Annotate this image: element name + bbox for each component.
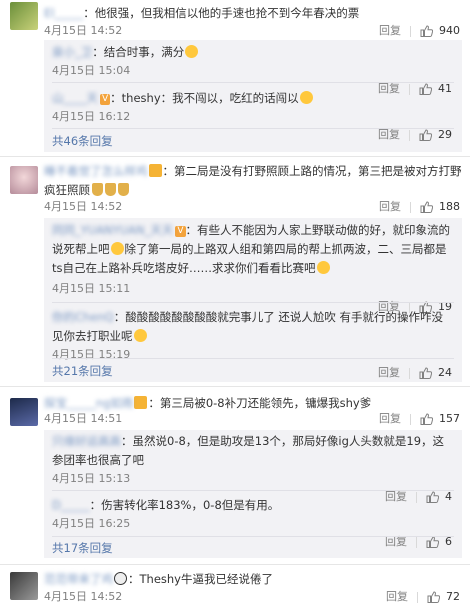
comment-body: ：第三局被0-8补刀还能领先，镛爆我shy爹 <box>148 396 372 410</box>
like-count: 188 <box>439 200 460 213</box>
divider <box>52 536 454 537</box>
thumbs-up-icon[interactable] <box>419 367 432 379</box>
divider <box>0 386 470 387</box>
username[interactable]: D_____ <box>52 498 90 512</box>
username[interactable]: 睡不着觉了怎么样鸡 <box>44 164 148 178</box>
comment-item: 睡不着觉了怎么样鸡 ：第二局是没有打野照顾上路的情况，第三把是被对方打野疯狂照顾 … <box>0 160 470 382</box>
comment-item: 探宝_____ng如雨 ：第三局被0-8补刀还能领先，镛爆我shy爹 4月15日 … <box>0 392 470 562</box>
comment-meta: 4月15日 14:51 回复 157 <box>44 410 470 428</box>
like-count: 24 <box>438 366 452 379</box>
thumbs-up-icon[interactable] <box>420 413 433 425</box>
avatar[interactable] <box>10 572 38 600</box>
thumbs-up-icon[interactable] <box>419 129 432 141</box>
emoji-icon <box>110 242 124 255</box>
divider <box>52 302 454 303</box>
username[interactable]: 范范带来了鸡 <box>44 572 113 586</box>
like-count: 72 <box>446 590 460 603</box>
medal-icon <box>105 183 116 196</box>
vip-badge: V <box>175 226 186 237</box>
divider <box>410 25 411 37</box>
vip-badge: V <box>100 94 111 105</box>
reply-item: 你的ChenQ：酸酸酸酸酸酸酸酸就完事儿了 还说人尬吹 有手就行的操作咋没见你去… <box>44 306 462 379</box>
comment-body: ：他很强，但我相信以他的手速也抢不到今年春决的票 <box>83 6 360 20</box>
emoji-icon <box>133 329 147 342</box>
like-count: 940 <box>439 24 460 37</box>
view-more-replies-link[interactable]: 共17条回复 <box>52 539 113 557</box>
timestamp: 4月15日 16:25 <box>52 517 131 530</box>
divider <box>52 490 454 491</box>
reply-box: 泉小_卫：结合时事，满分 4月15日 15:04 回复 41 山____天 V ：t… <box>44 40 462 152</box>
reply-button[interactable]: 回复 <box>379 22 401 40</box>
username[interactable]: 探宝_____ng如雨 <box>44 396 133 410</box>
comment-item: 范范带来了鸡 ：Theshy牛逼我已经说倦了 4月15日 14:52 回复 72 <box>0 568 470 606</box>
timestamp: 4月15日 15:11 <box>52 282 131 295</box>
username[interactable]: El_____ <box>44 6 83 20</box>
divider <box>52 358 454 359</box>
medal-icon <box>118 183 129 196</box>
timestamp: 4月15日 15:19 <box>52 348 131 361</box>
comment-text: 睡不着觉了怎么样鸡 ：第二局是没有打野照顾上路的情况，第三把是被对方打野疯狂照顾 <box>44 162 462 200</box>
reply-button[interactable]: 回复 <box>379 198 401 216</box>
reply-body: ：结合时事，满分 <box>92 45 185 59</box>
crown-icon <box>134 396 148 409</box>
divider <box>0 156 470 157</box>
smiley-icon <box>185 45 199 58</box>
username[interactable]: 山____天 <box>52 91 98 105</box>
view-more-replies-link[interactable]: 共21条回复 <box>52 362 113 380</box>
comment-body: ：Theshy牛逼我已经说倦了 <box>128 572 273 586</box>
reply-item: 同同_YUANYUAN_天天 V ：有些人不能因为人家上野联动做的好，就印象流的说死… <box>44 218 462 313</box>
comment-meta: 4月15日 14:52 回复 188 <box>44 198 470 216</box>
username[interactable]: 同同_YUANYUAN_天天 <box>52 223 173 237</box>
thumbs-up-icon[interactable] <box>427 591 440 603</box>
reply-item: 泉小_卫：结合时事，满分 4月15日 15:04 回复 41 <box>44 40 462 95</box>
timestamp: 4月15日 14:52 <box>44 24 123 37</box>
timestamp: 4月15日 14:52 <box>44 590 123 603</box>
reply-item: 山____天 V ：theshy：我不闯以，吃红的话闯以 4月15日 16:12 回… <box>44 86 462 141</box>
avatar[interactable] <box>10 2 38 30</box>
comment-feed: El_____：他很强，但我相信以他的手速也抢不到今年春决的票 4月15日 14… <box>0 0 470 606</box>
comment-item: El_____：他很强，但我相信以他的手速也抢不到今年春决的票 4月15日 14… <box>0 0 470 152</box>
comment-meta: 4月15日 14:52 回复 72 <box>44 588 470 606</box>
divider <box>52 128 454 129</box>
comment-text: El_____：他很强，但我相信以他的手速也抢不到今年春决的票 <box>44 4 462 23</box>
crown-icon <box>148 164 162 177</box>
username[interactable]: 泉小_卫 <box>52 45 92 59</box>
like-count: 157 <box>439 412 460 425</box>
reply-body: ：伤害转化率183%，0-8但是有用。 <box>89 498 280 512</box>
thumbs-up-icon[interactable] <box>426 536 439 548</box>
reply-item: 只缘好运高高：虽然说0-8，但是助攻是13个，那局好像ig人头数就是19，这参团… <box>44 430 462 503</box>
grin-emoji-icon <box>299 91 313 104</box>
timestamp: 4月15日 14:51 <box>44 412 123 425</box>
comment-text: 范范带来了鸡 ：Theshy牛逼我已经说倦了 <box>44 570 462 589</box>
thumbs-up-icon[interactable] <box>420 25 433 37</box>
thumbs-up-icon[interactable] <box>420 201 433 213</box>
medal-icon <box>92 183 103 196</box>
avatar[interactable] <box>10 398 38 426</box>
reply-button[interactable]: 回复 <box>386 588 408 606</box>
reply-button[interactable]: 回复 <box>378 364 400 382</box>
reply-button[interactable]: 回复 <box>379 410 401 428</box>
timestamp: 4月15日 15:13 <box>52 472 131 485</box>
reply-box: 只缘好运高高：虽然说0-8，但是助攻是13个，那局好像ig人头数就是19，这参团… <box>44 430 462 558</box>
timestamp: 4月15日 14:52 <box>44 200 123 213</box>
panda-icon <box>114 572 127 585</box>
divider <box>52 82 454 83</box>
username[interactable]: 只缘好运高高 <box>52 434 121 448</box>
comment-meta: 4月15日 14:52 回复 940 <box>44 22 470 40</box>
username[interactable]: 你的ChenQ <box>52 310 114 324</box>
timestamp: 4月15日 16:12 <box>52 110 131 123</box>
divider <box>0 564 470 565</box>
view-more-replies-link[interactable]: 共46条回复 <box>52 132 113 150</box>
reply-item: D_____：伤害转化率183%，0-8但是有用。 4月15日 16:25 回复… <box>44 494 462 548</box>
reply-box: 同同_YUANYUAN_天天 V ：有些人不能因为人家上野联动做的好，就印象流的说死… <box>44 218 462 382</box>
avatar[interactable] <box>10 166 38 194</box>
timestamp: 4月15日 15:04 <box>52 64 131 77</box>
crying-emoji-icon <box>316 261 330 274</box>
reply-body: ：theshy：我不闯以，吃红的话闯以 <box>110 91 299 105</box>
